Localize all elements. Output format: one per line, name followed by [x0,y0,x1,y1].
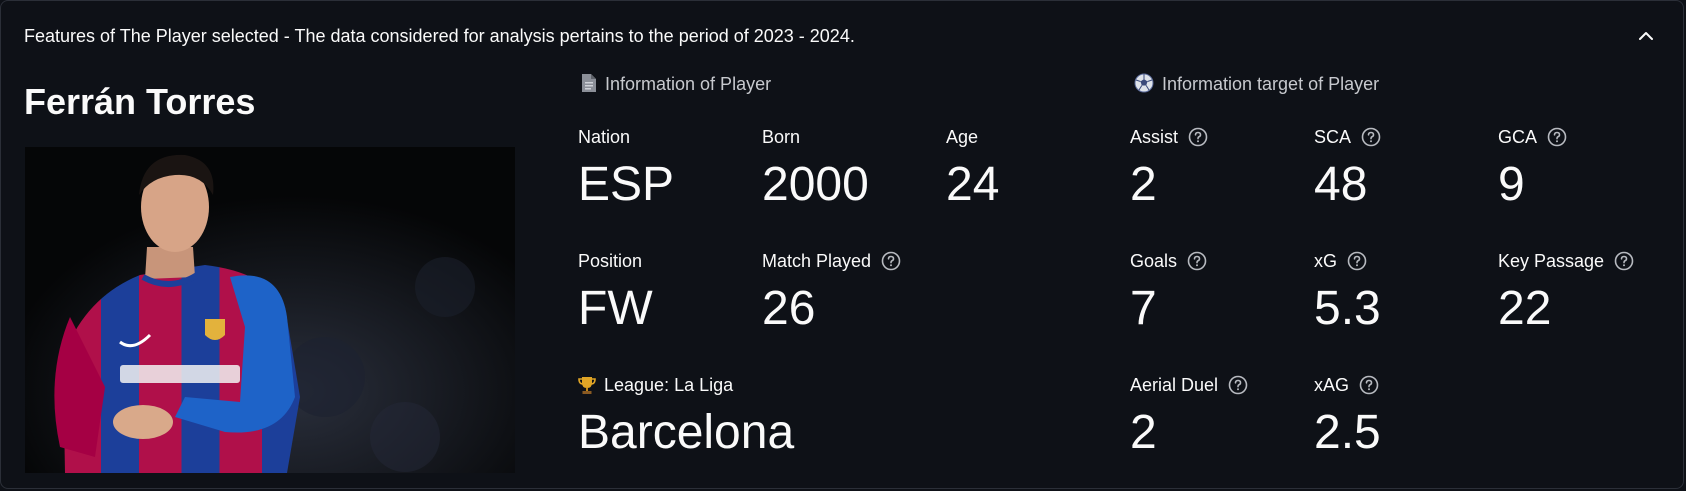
metric-label: GCA [1498,126,1538,147]
target-section-title: Information target of Player [1162,74,1380,94]
info-section-title: Information of Player [605,74,772,94]
metric-value: 5.3 [1314,282,1381,335]
player-photo [25,147,515,473]
metric-value: 2 [1130,406,1157,459]
metric-assist: Assist 2 [1130,125,1208,209]
question-circle-icon[interactable] [1188,127,1208,147]
metric-sca: SCA 48 [1314,125,1381,209]
metric-nation: Nation ESP [578,125,674,209]
player-expander: Features of The Player selected - The da… [0,0,1684,489]
chevron-up-icon[interactable] [1635,25,1657,47]
metric-label: Position [578,250,643,271]
metric-label: Goals [1130,250,1178,271]
question-circle-icon[interactable] [1361,127,1381,147]
metric-value: 9 [1498,158,1525,211]
metric-xg: xG 5.3 [1314,249,1381,333]
metric-value: 48 [1314,158,1368,211]
metric-value: Barcelona [578,406,795,459]
metric-value: 24 [946,158,1000,211]
metric-aerial-duel: Aerial Duel 2 [1130,373,1248,457]
metric-value: 2000 [762,158,869,211]
metric-label: Age [946,126,979,147]
question-circle-icon[interactable] [1614,251,1634,271]
metric-label: League: La Liga [604,374,734,395]
metric-label: Assist [1130,126,1179,147]
metric-label: Key Passage [1498,250,1605,271]
metric-label: Nation [578,126,631,147]
expander-header[interactable]: Features of The Player selected - The da… [1,1,1683,71]
metric-label: SCA [1314,126,1352,147]
expander-title: Features of The Player selected - The da… [24,26,855,46]
soccer-ball-icon [1134,73,1154,93]
metric-value: FW [578,282,653,335]
metric-label: Match Played [762,250,872,271]
metric-value: 26 [762,282,816,335]
metric-value: 2 [1130,158,1157,211]
question-circle-icon[interactable] [1228,375,1248,395]
metric-goals: Goals 7 [1130,249,1207,333]
question-circle-icon[interactable] [881,251,901,271]
metric-label: xAG [1314,374,1350,395]
metric-label: xG [1314,250,1338,271]
metric-value: ESP [578,158,675,211]
metric-gca: GCA 9 [1498,125,1567,209]
document-icon [582,74,596,92]
metric-key-passage: Key Passage 22 [1498,249,1634,333]
metric-xag: xAG 2.5 [1314,373,1381,457]
metric-age: Age 24 [946,125,999,209]
metric-label: Aerial Duel [1130,374,1219,395]
target-section-header: Information target of Player [1134,73,1379,95]
metric-value: 2.5 [1314,406,1381,459]
metric-value: 22 [1498,282,1552,335]
info-section-header: Information of Player [581,73,771,95]
metric-born: Born 2000 [762,125,869,209]
question-circle-icon[interactable] [1187,251,1207,271]
metric-value: 7 [1130,282,1157,335]
metric-league: League: La Liga Barcelona [578,373,794,457]
metric-label: Born [762,126,801,147]
question-circle-icon[interactable] [1547,127,1567,147]
metric-position: Position FW [578,249,653,333]
question-circle-icon[interactable] [1347,251,1367,271]
trophy-icon [578,377,596,394]
question-circle-icon[interactable] [1359,375,1379,395]
player-name: Ferrán Torres [24,81,256,122]
metric-match-played: Match Played 26 [762,249,901,333]
